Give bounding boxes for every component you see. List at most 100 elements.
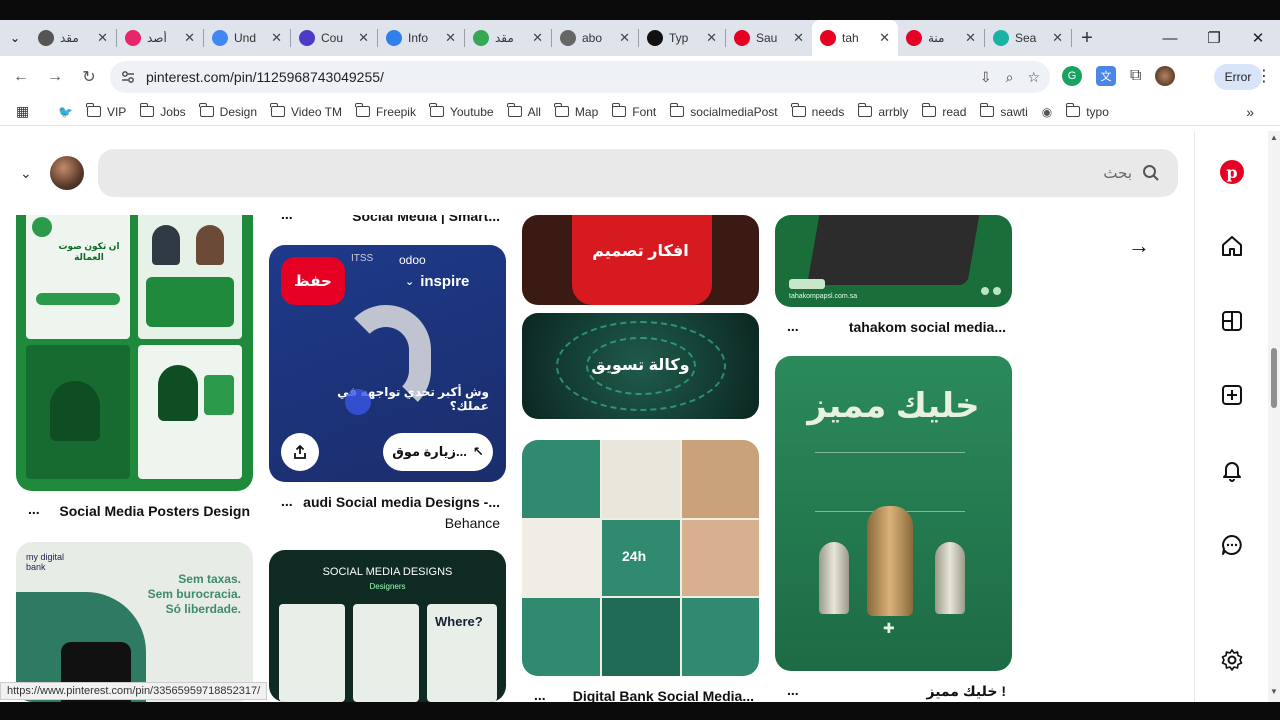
- tab-4[interactable]: Info ✕: [378, 20, 464, 56]
- close-tab-icon[interactable]: ✕: [1052, 30, 1063, 46]
- search-input[interactable]: بحث: [98, 149, 1178, 197]
- tab-9[interactable]: tah ✕: [812, 20, 898, 56]
- close-tab-icon[interactable]: ✕: [445, 30, 456, 46]
- back-icon[interactable]: ←: [4, 68, 38, 86]
- close-tab-icon[interactable]: ✕: [271, 30, 282, 46]
- explore-icon[interactable]: [1219, 308, 1245, 334]
- tab-3[interactable]: Cou ✕: [291, 20, 377, 56]
- tab-7[interactable]: Typ ✕: [639, 20, 725, 56]
- bookmark-sawti[interactable]: sawti: [979, 103, 1028, 119]
- pinterest-logo-icon[interactable]: p: [1219, 159, 1245, 185]
- account-chevron-down-icon[interactable]: ⌄: [20, 165, 32, 182]
- restore-icon[interactable]: ❐: [1192, 20, 1236, 56]
- pin-tahakom[interactable]: tahakompapsl.com.sa: [775, 215, 1012, 307]
- pin-design-ideas[interactable]: افكار تصميم: [522, 215, 759, 305]
- tab-5[interactable]: مقد ✕: [465, 20, 551, 56]
- profile-avatar-icon[interactable]: [1155, 66, 1176, 86]
- bookmark-freepik[interactable]: Freepik: [355, 103, 416, 119]
- minimize-icon[interactable]: —: [1148, 20, 1192, 56]
- tab-search-chevron-icon[interactable]: ⌄: [0, 31, 30, 45]
- notifications-bell-icon[interactable]: [1219, 457, 1245, 483]
- create-icon[interactable]: [1219, 382, 1245, 408]
- error-button[interactable]: Error: [1214, 64, 1262, 90]
- home-icon[interactable]: [1219, 233, 1245, 259]
- pin-khaleek-momayaz[interactable]: خليك مميز ✚: [775, 356, 1012, 671]
- more-options-dots[interactable]: ...: [534, 687, 546, 702]
- new-tab-button[interactable]: +: [1072, 27, 1102, 50]
- close-tab-icon[interactable]: ✕: [965, 30, 976, 46]
- bookmark-jobs[interactable]: Jobs: [139, 103, 186, 119]
- close-tab-icon[interactable]: ✕: [879, 30, 890, 46]
- close-tab-icon[interactable]: ✕: [619, 30, 630, 46]
- tab-8[interactable]: Sau ✕: [726, 20, 812, 56]
- site-info-icon[interactable]: [120, 69, 136, 85]
- messages-icon[interactable]: [1219, 532, 1245, 558]
- pin-marketing-agency[interactable]: وكالة تسويق: [522, 313, 759, 419]
- bookmark-typo[interactable]: typo: [1065, 103, 1109, 119]
- scrollbar-thumb[interactable]: [1271, 348, 1277, 408]
- pin-title[interactable]: tahakom social media...: [806, 319, 1006, 335]
- bookmark-arrbly[interactable]: arrbly: [857, 103, 908, 119]
- translate-extension-icon[interactable]: 文: [1096, 66, 1116, 86]
- more-options-dots[interactable]: ...: [28, 501, 40, 517]
- settings-gear-icon[interactable]: [1219, 647, 1245, 673]
- browser-menu-icon[interactable]: ⋮: [1256, 66, 1272, 86]
- tab-0[interactable]: مقد ✕: [30, 20, 116, 56]
- more-options-dots[interactable]: ...: [281, 493, 293, 509]
- page-scrollbar[interactable]: ▲ ▼: [1268, 131, 1280, 702]
- extensions-puzzle-icon[interactable]: ⧉: [1130, 67, 1141, 85]
- close-tab-icon[interactable]: ✕: [184, 30, 195, 46]
- install-app-icon[interactable]: ⇩: [980, 69, 992, 86]
- url-text[interactable]: pinterest.com/pin/1125968743049255/: [146, 69, 384, 85]
- reload-icon[interactable]: ↻: [72, 67, 106, 87]
- close-tab-icon[interactable]: ✕: [706, 30, 717, 46]
- close-tab-icon[interactable]: ✕: [97, 30, 108, 46]
- pin-social-media-posters[interactable]: ان تكون صوت العمالة: [16, 191, 253, 491]
- close-tab-icon[interactable]: ✕: [358, 30, 369, 46]
- save-button[interactable]: حفظ: [281, 257, 345, 305]
- pin-title[interactable]: Social Media Posters Design: [56, 503, 250, 519]
- zoom-icon[interactable]: ⌕: [1006, 69, 1014, 86]
- scroll-up-icon[interactable]: ▲: [1270, 133, 1278, 142]
- tab-6[interactable]: abo ✕: [552, 20, 638, 56]
- forward-icon[interactable]: →: [38, 68, 72, 86]
- more-bookmarks-icon[interactable]: »: [1246, 104, 1254, 120]
- bookmark-read[interactable]: read: [921, 103, 966, 119]
- bookmark-twitter[interactable]: 🐦: [58, 105, 73, 119]
- arrow-right-icon[interactable]: →: [1128, 233, 1150, 259]
- bookmark-all[interactable]: All: [506, 103, 541, 119]
- close-window-icon[interactable]: ✕: [1236, 20, 1280, 56]
- bookmark-youtube[interactable]: Youtube: [429, 103, 494, 119]
- tab-2[interactable]: Und ✕: [204, 20, 290, 56]
- close-tab-icon[interactable]: ✕: [793, 30, 804, 46]
- more-options-dots[interactable]: ...: [787, 682, 799, 698]
- apps-grid-icon[interactable]: ▦: [16, 103, 40, 120]
- tab-10[interactable]: منة ✕: [898, 20, 984, 56]
- share-button[interactable]: [281, 433, 319, 471]
- pin-itss-odoo[interactable]: حفظ ITSS odoo ⌄ inspire وش أكبر تحدي توا…: [269, 245, 506, 482]
- tab-11[interactable]: Sea ✕: [985, 20, 1071, 56]
- pin-digital-bank[interactable]: my digital bank Sem taxas. Sem burocraci…: [16, 542, 253, 702]
- bookmark-needs[interactable]: needs: [791, 103, 844, 119]
- bookmark-video-tm[interactable]: Video TM: [270, 103, 342, 119]
- pin-digital-bank-social[interactable]: 24h: [522, 440, 759, 676]
- avatar[interactable]: [50, 156, 84, 190]
- bookmark-map[interactable]: Map: [554, 103, 598, 119]
- board-select[interactable]: ⌄ inspire: [405, 273, 469, 290]
- bookmark-star-icon[interactable]: ☆: [1027, 69, 1040, 86]
- bookmark-font[interactable]: Font: [611, 103, 656, 119]
- pin-title[interactable]: audi Social media Designs -...: [300, 494, 500, 510]
- bookmark-vip[interactable]: VIP: [86, 103, 126, 119]
- pin-social-media-designs[interactable]: SOCIAL MEDIA DESIGNS Designers Where?: [269, 550, 506, 702]
- omnibox[interactable]: pinterest.com/pin/1125968743049255/ ⇩ ⌕ …: [110, 61, 1050, 93]
- bookmark-globe[interactable]: ◉: [1042, 105, 1052, 119]
- pin-title[interactable]: Digital Bank Social Media...: [556, 688, 754, 702]
- pin-title[interactable]: خليك مميز !: [806, 683, 1007, 700]
- close-tab-icon[interactable]: ✕: [532, 30, 543, 46]
- scroll-down-icon[interactable]: ▼: [1270, 687, 1278, 696]
- visit-site-button[interactable]: زيارة موق... ↖: [383, 433, 493, 471]
- more-options-dots[interactable]: ...: [787, 318, 799, 334]
- grammarly-extension-icon[interactable]: G: [1062, 66, 1082, 86]
- tab-1[interactable]: أصد ✕: [117, 20, 203, 56]
- bookmark-design[interactable]: Design: [199, 103, 257, 119]
